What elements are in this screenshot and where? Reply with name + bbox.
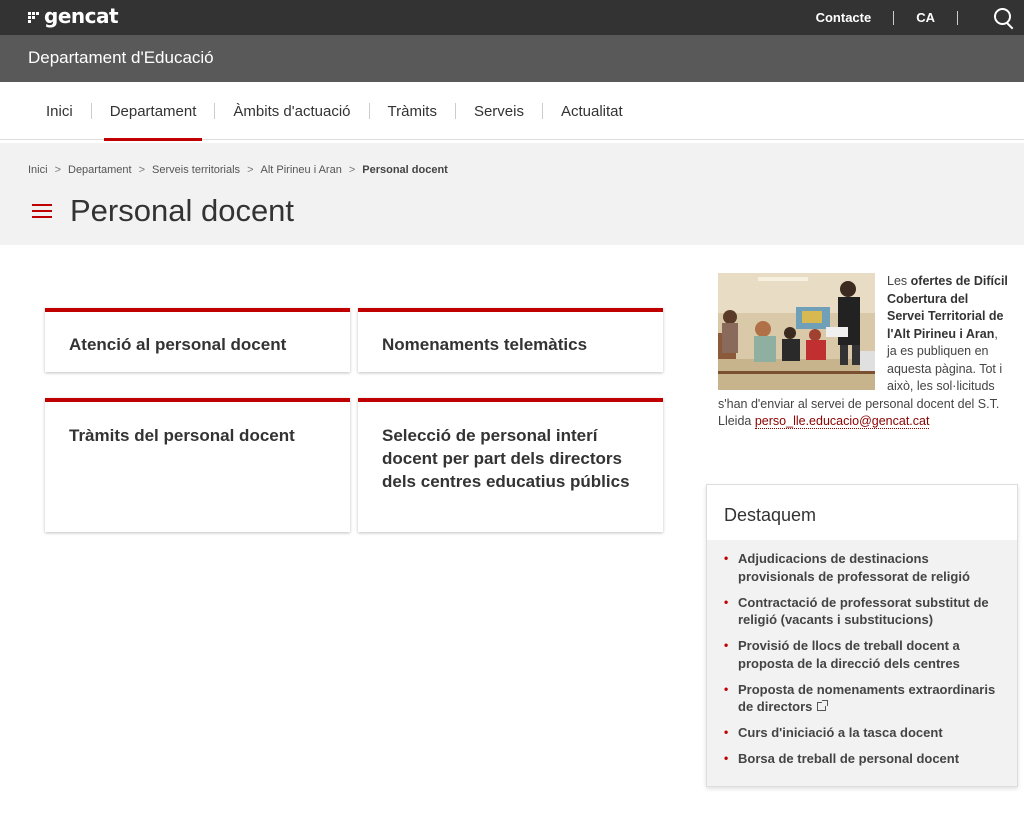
nav-item-departament[interactable]: Departament (92, 82, 215, 141)
language-selector[interactable]: CA (904, 10, 947, 25)
highlight-label: Proposta de nomenaments extraordinaris d… (738, 681, 996, 715)
highlight-label: Adjudicacions de destinacions provisiona… (738, 551, 970, 584)
highlight-label: Borsa de treball de personal docent (738, 751, 960, 766)
highlight-label: Curs d'iniciació a la tasca docent (738, 725, 943, 740)
gencat-logo[interactable]: gencat (28, 4, 119, 28)
email-link[interactable]: perso_lle.educacio@gencat.cat (754, 414, 930, 429)
highlight-item[interactable]: Contractació de professorat substitut de… (724, 594, 1005, 629)
breadcrumb-item[interactable]: Departament (68, 164, 132, 176)
page-header: Inici > Departament > Serveis territoria… (0, 143, 1024, 245)
breadcrumb-item[interactable]: Inici (28, 164, 48, 176)
logo-text: gencat (44, 4, 119, 28)
highlight-item[interactable]: Proposta de nomenaments extraordinaris d… (724, 681, 1005, 716)
chevron-right-icon: > (54, 164, 61, 176)
nav-item-tramits[interactable]: Tràmits (370, 82, 455, 140)
card-atencio[interactable]: Atenció al personal docent (45, 308, 350, 372)
hamburger-menu-icon[interactable] (32, 203, 52, 219)
breadcrumb-item[interactable]: Serveis territorials (152, 164, 240, 176)
breadcrumb-item[interactable]: Alt Pirineu i Aran (261, 164, 342, 176)
chevron-right-icon: > (348, 164, 356, 176)
card-title: Nomenaments telemàtics (382, 335, 588, 354)
card-title: Atenció al personal docent (69, 335, 287, 354)
highlight-item[interactable]: Curs d'iniciació a la tasca docent (724, 724, 1005, 742)
promo-text-intro: Les (887, 274, 911, 288)
department-bar: Departament d'Educació (0, 35, 1024, 82)
breadcrumb: Inici > Departament > Serveis territoria… (28, 164, 448, 176)
main-nav: Inici Departament Àmbits d'actuació Tràm… (0, 82, 1024, 141)
chevron-right-icon: > (138, 164, 146, 176)
nav-item-inici[interactable]: Inici (28, 82, 91, 140)
contact-link[interactable]: Contacte (804, 10, 884, 25)
highlight-item[interactable]: Provisió de llocs de treball docent a pr… (724, 637, 1005, 672)
card-nomenaments[interactable]: Nomenaments telemàtics (358, 308, 663, 372)
divider (957, 10, 958, 25)
card-seleccio[interactable]: Selecció de personal interí docent per p… (358, 398, 663, 532)
highlights-list: Adjudicacions de destinacions provisiona… (707, 540, 1017, 768)
nav-item-serveis[interactable]: Serveis (456, 82, 542, 140)
nav-item-ambits[interactable]: Àmbits d'actuació (215, 82, 368, 140)
breadcrumb-current: Personal docent (362, 164, 448, 176)
top-bar: gencat Contacte CA (0, 0, 1024, 35)
card-title: Selecció de personal interí docent per p… (382, 426, 630, 491)
card-tramits[interactable]: Tràmits del personal docent (45, 398, 350, 532)
page-title: Personal docent (70, 193, 295, 228)
highlight-item[interactable]: Borsa de treball de personal docent (724, 750, 1005, 768)
promo-text: Les ofertes de Difícil Cobertura del Ser… (718, 273, 1008, 431)
highlight-label: Contractació de professorat substitut de… (738, 594, 989, 628)
highlights-title: Destaquem (707, 485, 1017, 540)
gencat-logo-icon (28, 9, 40, 23)
highlight-item[interactable]: Adjudicacions de destinacions provisiona… (724, 550, 1005, 585)
card-title: Tràmits del personal docent (69, 426, 295, 445)
chevron-right-icon: > (247, 164, 254, 176)
divider (893, 10, 895, 25)
highlights-panel: Destaquem Adjudicacions de destinacions … (706, 484, 1018, 787)
highlight-label: Provisió de llocs de treball docent a pr… (738, 638, 960, 671)
search-icon[interactable] (992, 6, 1016, 30)
external-link-icon (817, 700, 829, 711)
department-title[interactable]: Departament d'Educació (28, 48, 214, 68)
nav-item-actualitat[interactable]: Actualitat (543, 82, 641, 140)
